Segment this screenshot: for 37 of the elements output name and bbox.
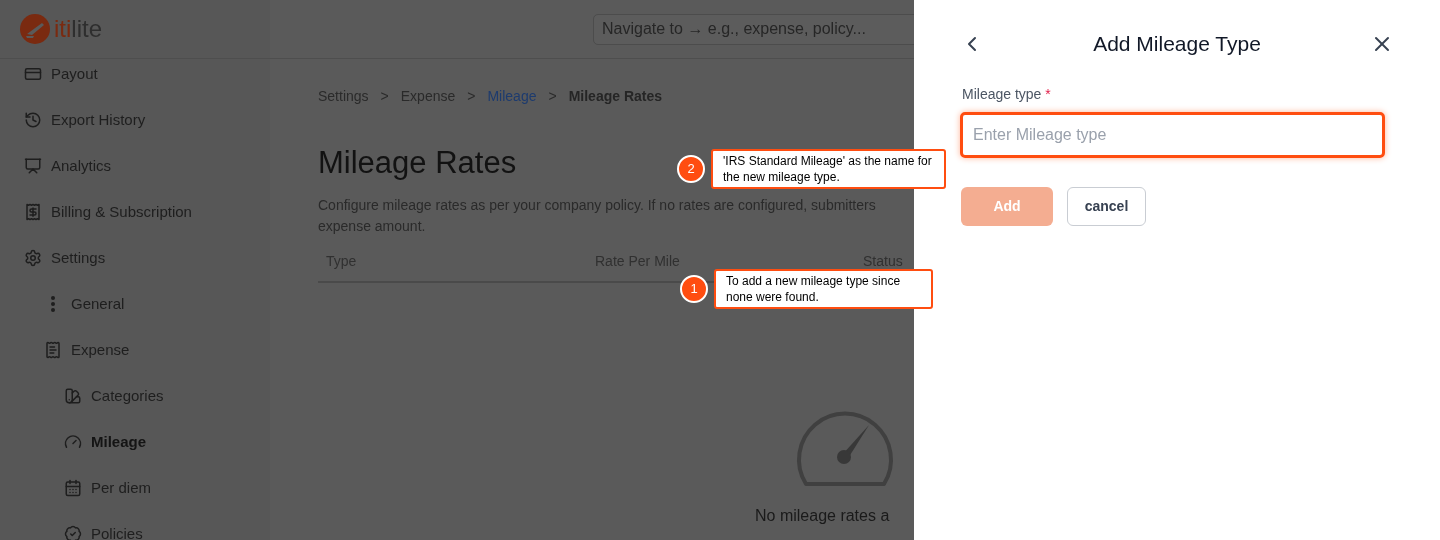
- receipt-icon: [44, 341, 62, 359]
- breadcrumb-separator: >: [548, 87, 557, 106]
- breadcrumb-separator: >: [380, 87, 389, 106]
- calendar-icon: [64, 479, 82, 497]
- vertical-dots-icon: [51, 296, 55, 312]
- credit-card-icon: [24, 65, 42, 83]
- sidebar-item[interactable]: Categories: [0, 373, 270, 419]
- sidebar-item[interactable]: Per diem: [0, 465, 270, 511]
- annotation-callout: To add a new mileage type since none were found.: [714, 269, 933, 309]
- swatch-icon: [64, 387, 82, 405]
- logo-icon: [20, 14, 50, 44]
- gauge-icon: [64, 433, 82, 451]
- chart-board-icon: [24, 157, 42, 175]
- sidebar-item[interactable]: Export History: [0, 97, 270, 143]
- step-number-badge: 2: [677, 155, 705, 183]
- breadcrumb-separator: >: [467, 87, 476, 106]
- sidebar-item[interactable]: Analytics: [0, 143, 270, 189]
- settings-icon: [24, 249, 42, 267]
- badge-check-icon: [64, 525, 82, 540]
- sidebar-item[interactable]: Settings: [0, 235, 270, 281]
- sidebar-item[interactable]: Mileage: [0, 419, 270, 465]
- input-field[interactable]: Enter Mileage type: [960, 112, 1385, 158]
- cancel-button[interactable]: cancel: [1067, 187, 1146, 226]
- sidebar-item[interactable]: Billing & Subscription: [0, 189, 270, 235]
- step-number-badge: 1: [680, 275, 708, 303]
- page-title: Mileage Rates: [318, 144, 517, 182]
- breadcrumb-link[interactable]: Mileage: [487, 86, 537, 107]
- history-icon: [24, 111, 42, 129]
- annotation-callout: 'IRS Standard Mileage' as the name for the new mileage type.: [711, 149, 946, 189]
- empty-state-message: No mileage rates a: [755, 506, 890, 525]
- sidebar-item[interactable]: Policies: [0, 511, 270, 540]
- field-label: Mileage type *: [962, 85, 1052, 104]
- sidebar-item[interactable]: General: [0, 281, 270, 327]
- sidebar-item[interactable]: Expense: [0, 327, 270, 373]
- receipt-icon: [24, 203, 42, 221]
- sidebar-item[interactable]: Payout: [0, 51, 270, 97]
- drawer-title: Add Mileage Type: [1093, 31, 1261, 58]
